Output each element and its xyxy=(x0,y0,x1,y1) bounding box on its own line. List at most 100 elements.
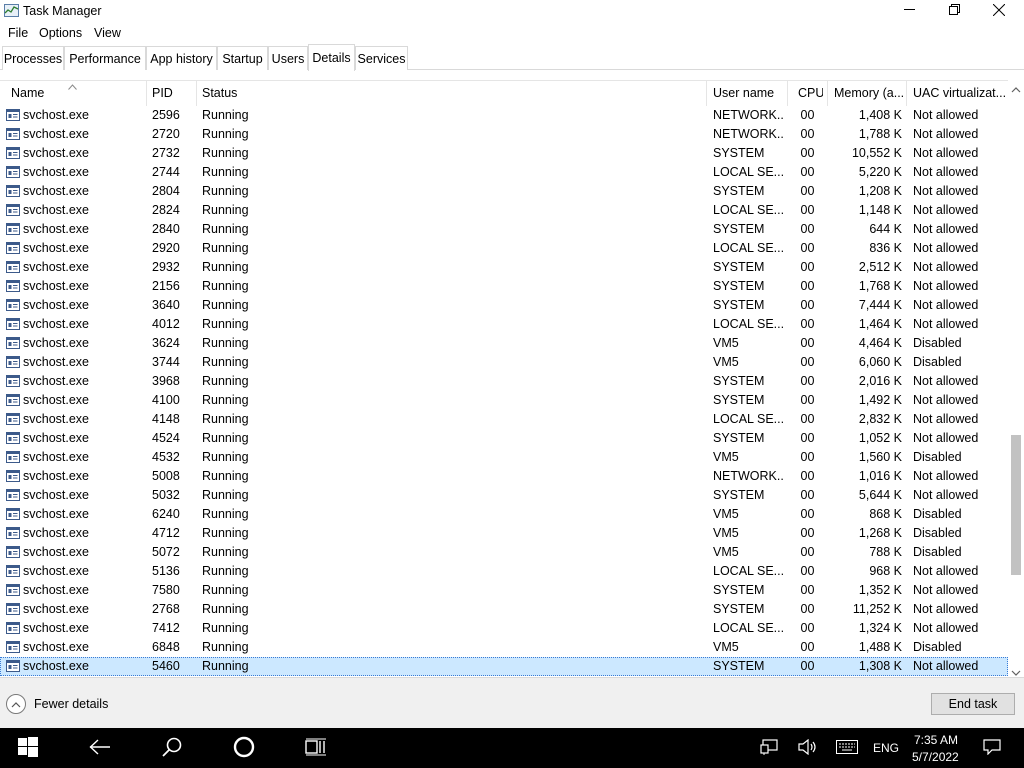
start-button[interactable] xyxy=(0,728,56,768)
table-row[interactable]: svchost.exe 2596 Running NETWORK... 00 1,408 … xyxy=(0,106,1008,125)
close-button[interactable] xyxy=(976,0,1022,22)
process-icon xyxy=(6,185,20,197)
table-row[interactable]: svchost.exe 2824 Running LOCAL SE... 00 1,148… xyxy=(0,201,1008,220)
cell-user-name: SYSTEM xyxy=(713,222,765,236)
cell-process-name: svchost.exe xyxy=(23,564,90,578)
table-row[interactable]: svchost.exe 5460 Running SYSTEM 00 1,308 K Not… xyxy=(0,657,1008,676)
table-row[interactable]: svchost.exe 3624 Running VM5 00 4,464 K Disabl… xyxy=(0,334,1008,353)
tab-users[interactable]: Users xyxy=(268,46,308,70)
table-row[interactable]: svchost.exe 5072 Running VM5 00 788 K Disabled xyxy=(0,543,1008,562)
cell-pid: 5008 xyxy=(152,469,180,483)
table-row[interactable]: svchost.exe 7580 Running SYSTEM 00 1,352 K Not… xyxy=(0,581,1008,600)
fewer-details-button[interactable]: Fewer details xyxy=(6,694,108,714)
table-row[interactable]: svchost.exe 5032 Running SYSTEM 00 5,644 K Not… xyxy=(0,486,1008,505)
minimize-button[interactable] xyxy=(886,0,932,22)
cell-cpu: 00 xyxy=(800,526,815,540)
table-row[interactable]: svchost.exe 4712 Running VM5 00 1,268 K Disabl… xyxy=(0,524,1008,543)
column-header-status[interactable]: Status xyxy=(202,86,702,100)
cell-process-name: svchost.exe xyxy=(23,203,90,217)
table-row[interactable]: svchost.exe 2744 Running LOCAL SE... 00 5,220… xyxy=(0,163,1008,182)
cell-status: Running xyxy=(202,203,249,217)
cell-pid: 2804 xyxy=(152,184,180,198)
scroll-down-icon[interactable] xyxy=(1011,666,1021,676)
table-row[interactable]: svchost.exe 7412 Running LOCAL SE... 00 1,324… xyxy=(0,619,1008,638)
process-icon xyxy=(6,641,20,653)
table-row[interactable]: svchost.exe 2804 Running SYSTEM 00 1,208 K Not… xyxy=(0,182,1008,201)
scroll-up-icon[interactable] xyxy=(1011,83,1021,93)
column-header-user-name[interactable]: User name xyxy=(713,86,783,100)
table-row[interactable]: svchost.exe 2768 Running SYSTEM 00 11,252 K No… xyxy=(0,600,1008,619)
table-row[interactable]: svchost.exe 2932 Running SYSTEM 00 2,512 K Not… xyxy=(0,258,1008,277)
input-language[interactable]: ENG xyxy=(873,741,899,755)
tab-app-history[interactable]: App history xyxy=(146,46,217,70)
column-header-uac[interactable]: UAC virtualizat... xyxy=(913,86,1005,100)
tab-processes[interactable]: Processes xyxy=(2,46,64,70)
table-row[interactable]: svchost.exe 2920 Running LOCAL SE... 00 836 K… xyxy=(0,239,1008,258)
table-row[interactable]: svchost.exe 4012 Running LOCAL SE... 00 1,464… xyxy=(0,315,1008,334)
tab-details[interactable]: Details xyxy=(308,44,355,71)
cell-pid: 2732 xyxy=(152,146,180,160)
process-icon xyxy=(6,337,20,349)
cell-user-name: SYSTEM xyxy=(713,393,765,407)
search-button[interactable] xyxy=(150,728,194,768)
column-header-pid[interactable]: PID xyxy=(152,86,192,100)
table-row[interactable]: svchost.exe 3968 Running SYSTEM 00 2,016 K Not… xyxy=(0,372,1008,391)
column-header-cpu[interactable]: CPU xyxy=(798,86,823,100)
network-icon xyxy=(760,738,778,758)
menu-view[interactable]: View xyxy=(94,26,121,40)
table-row[interactable]: svchost.exe 2732 Running SYSTEM 00 10,552 K No… xyxy=(0,144,1008,163)
search-icon xyxy=(162,737,182,760)
table-row[interactable]: svchost.exe 5136 Running LOCAL SE... 00 968 K… xyxy=(0,562,1008,581)
table-row[interactable]: svchost.exe 4100 Running SYSTEM 00 1,492 K Not… xyxy=(0,391,1008,410)
table-row[interactable]: svchost.exe 6848 Running VM5 00 1,488 K Disabl… xyxy=(0,638,1008,657)
table-row[interactable]: svchost.exe 2720 Running NETWORK... 00 1,788 … xyxy=(0,125,1008,144)
cell-uac-virtualization: Not allowed xyxy=(913,393,979,407)
table-row[interactable]: svchost.exe 2840 Running SYSTEM 00 644 K Not a… xyxy=(0,220,1008,239)
cell-memory: 6,060 K xyxy=(858,355,902,369)
touch-keyboard-button[interactable] xyxy=(834,728,860,768)
cell-cpu: 00 xyxy=(800,469,815,483)
cell-status: Running xyxy=(202,184,249,198)
volume-button[interactable] xyxy=(794,728,822,768)
cell-status: Running xyxy=(202,545,249,559)
notifications-button[interactable] xyxy=(978,728,1006,768)
cell-uac-virtualization: Not allowed xyxy=(913,564,979,578)
cell-uac-virtualization: Disabled xyxy=(913,336,962,350)
vertical-scrollbar[interactable] xyxy=(1008,80,1024,677)
cell-pid: 5072 xyxy=(152,545,180,559)
table-row[interactable]: svchost.exe 4532 Running VM5 00 1,560 K Disabl… xyxy=(0,448,1008,467)
task-view-button[interactable] xyxy=(294,728,338,768)
cell-status: Running xyxy=(202,412,249,426)
menu-options[interactable]: Options xyxy=(39,26,82,40)
cell-memory: 968 K xyxy=(869,564,902,578)
table-row[interactable]: svchost.exe 5008 Running NETWORK... 00 1,016 … xyxy=(0,467,1008,486)
scrollbar-thumb[interactable] xyxy=(1011,435,1021,575)
clock-date[interactable]: 5/7/2022 xyxy=(912,750,959,764)
menu-file[interactable]: File xyxy=(8,26,28,40)
cell-process-name: svchost.exe xyxy=(23,165,90,179)
table-row[interactable]: svchost.exe 4148 Running LOCAL SE... 00 2,832… xyxy=(0,410,1008,429)
column-header-memory[interactable]: Memory (a... xyxy=(834,86,904,100)
tab-startup[interactable]: Startup xyxy=(217,46,268,70)
tab-services[interactable]: Services xyxy=(355,46,408,70)
cell-user-name: NETWORK... xyxy=(713,127,783,141)
cell-user-name: NETWORK... xyxy=(713,469,783,483)
table-row[interactable]: svchost.exe 2156 Running SYSTEM 00 1,768 K Not… xyxy=(0,277,1008,296)
table-row[interactable]: svchost.exe 3744 Running VM5 00 6,060 K Disabl… xyxy=(0,353,1008,372)
table-row[interactable]: svchost.exe 3640 Running SYSTEM 00 7,444 K Not… xyxy=(0,296,1008,315)
cell-status: Running xyxy=(202,450,249,464)
table-row[interactable]: svchost.exe 6240 Running VM5 00 868 K Disabled xyxy=(0,505,1008,524)
cell-status: Running xyxy=(202,336,249,350)
cell-uac-virtualization: Not allowed xyxy=(913,279,979,293)
end-task-button[interactable]: End task xyxy=(931,693,1015,715)
process-icon xyxy=(6,660,20,672)
network-button[interactable] xyxy=(756,728,782,768)
cell-memory: 1,408 K xyxy=(858,108,902,122)
clock-time[interactable]: 7:35 AM xyxy=(914,733,958,747)
cortana-button[interactable] xyxy=(222,728,266,768)
table-row[interactable]: svchost.exe 4524 Running SYSTEM 00 1,052 K Not… xyxy=(0,429,1008,448)
maximize-button[interactable] xyxy=(931,0,977,22)
column-header-name[interactable]: Name xyxy=(11,86,141,100)
back-button[interactable] xyxy=(78,728,122,768)
tab-performance[interactable]: Performance xyxy=(64,46,146,70)
